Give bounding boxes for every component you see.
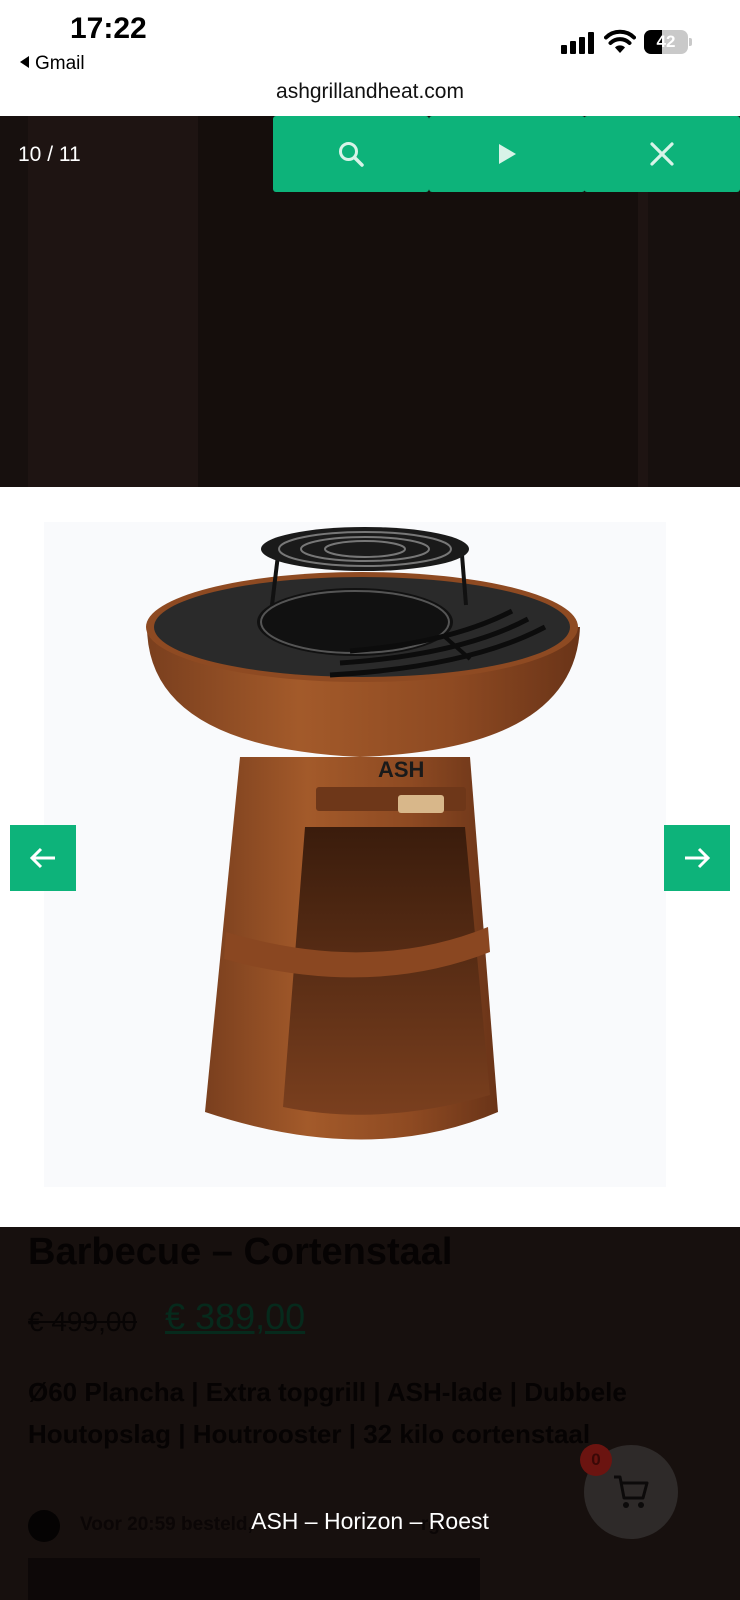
brand-logo: ASH [378,757,424,782]
wifi-icon [604,29,636,53]
previous-image-button[interactable] [10,825,76,891]
product-photo: ASH [44,522,666,1187]
product-price: € 389,00 [165,1296,306,1337]
close-button[interactable] [584,116,740,192]
signal-icon [561,32,595,54]
battery-level: 42 [656,32,676,51]
status-time: 17:22 [70,12,147,45]
image-counter: 10 / 11 [18,143,81,166]
play-icon [499,144,516,164]
url-bar[interactable]: ashgrillandheat.com [0,80,740,104]
back-arrow-icon [20,56,29,68]
back-to-app-link[interactable]: Gmail [20,53,85,75]
next-image-button[interactable] [664,825,730,891]
product-description: Ø60 Plancha | Extra topgrill | ASH-lade … [28,1377,627,1449]
lightbox-image[interactable]: ASH [0,487,740,1227]
search-icon [339,142,364,167]
add-to-cart-button [28,1558,480,1600]
cart-count-badge: 0 [580,1444,612,1476]
product-old-price: € 499,00 [28,1306,137,1337]
status-bar: 17:22 Gmail 42 ashgrillandheat.com [0,0,740,116]
product-title: Barbecue – Cortenstaal [28,1231,453,1273]
battery-indicator: 42 [644,30,692,54]
close-icon [650,142,674,166]
back-app-label: Gmail [35,53,85,74]
cart-icon [614,1475,649,1508]
slideshow-button[interactable] [429,116,585,192]
zoom-button[interactable] [273,116,429,192]
arrow-right-icon [685,847,711,869]
arrow-left-icon [29,847,55,869]
